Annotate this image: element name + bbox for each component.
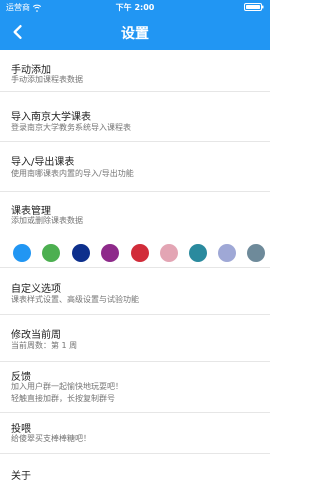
item-subtitle: 手动添加课程表数据 <box>11 75 83 84</box>
settings-item-import-nju[interactable]: 导入南京大学课表 登录南京大学教务系统导入课程表 <box>0 92 270 142</box>
status-bar: 运营商 下午 2:00 <box>0 0 270 14</box>
color-swatch-purple[interactable] <box>101 244 119 262</box>
item-subtitle: 加入用户群一起愉快地玩耍吧！ <box>11 382 123 391</box>
color-picker <box>0 240 270 268</box>
item-subtitle-secondary: 轻触直接加群，长按复制群号 <box>11 394 115 403</box>
color-swatch-pink[interactable] <box>160 244 178 262</box>
color-swatch-green[interactable] <box>42 244 60 262</box>
settings-item-schedule-manage[interactable]: 课表管理 添加或删除课表数据 <box>0 192 270 240</box>
item-subtitle: 添加或删除课表数据 <box>11 216 83 225</box>
item-subtitle: 登录南京大学教务系统导入课程表 <box>11 123 131 132</box>
item-title: 修改当前周 <box>11 330 61 341</box>
settings-item-feedback[interactable]: 反馈 加入用户群一起愉快地玩耍吧！ 轻触直接加群，长按复制群号 <box>0 362 270 413</box>
color-swatch-blue[interactable] <box>13 244 31 262</box>
settings-item-manual-add[interactable]: 手动添加 手动添加课程表数据 <box>0 50 270 92</box>
settings-item-about[interactable]: 关于 <box>0 454 270 482</box>
color-swatch-navy[interactable] <box>72 244 90 262</box>
item-subtitle: 使用南哪课表内置的导入/导出功能 <box>11 169 134 178</box>
item-subtitle: 当前周数：第 1 周 <box>11 341 78 350</box>
settings-item-current-week[interactable]: 修改当前周 当前周数：第 1 周 <box>0 315 270 362</box>
battery-icon <box>244 3 264 11</box>
app-bar: 设置 <box>0 14 270 50</box>
page-title: 设置 <box>121 26 149 42</box>
color-swatch-teal[interactable] <box>189 244 207 262</box>
settings-item-import-export[interactable]: 导入/导出课表 使用南哪课表内置的导入/导出功能 <box>0 142 270 192</box>
color-swatch-red[interactable] <box>131 244 149 262</box>
item-title: 自定义选项 <box>11 284 61 295</box>
status-time: 下午 2:00 <box>115 3 155 12</box>
settings-item-customize[interactable]: 自定义选项 课表样式设置、高级设置与试验功能 <box>0 268 270 315</box>
item-title: 导入/导出课表 <box>11 157 75 168</box>
settings-item-donate[interactable]: 投喂 给傻翠买支棒棒糖吧！ <box>0 413 270 454</box>
item-subtitle: 给傻翠买支棒棒糖吧！ <box>11 434 91 443</box>
color-swatch-lavender[interactable] <box>218 244 236 262</box>
item-subtitle: 课表样式设置、高级设置与试验功能 <box>11 295 139 304</box>
item-title: 导入南京大学课表 <box>11 112 91 123</box>
color-swatch-slate[interactable] <box>247 244 265 262</box>
